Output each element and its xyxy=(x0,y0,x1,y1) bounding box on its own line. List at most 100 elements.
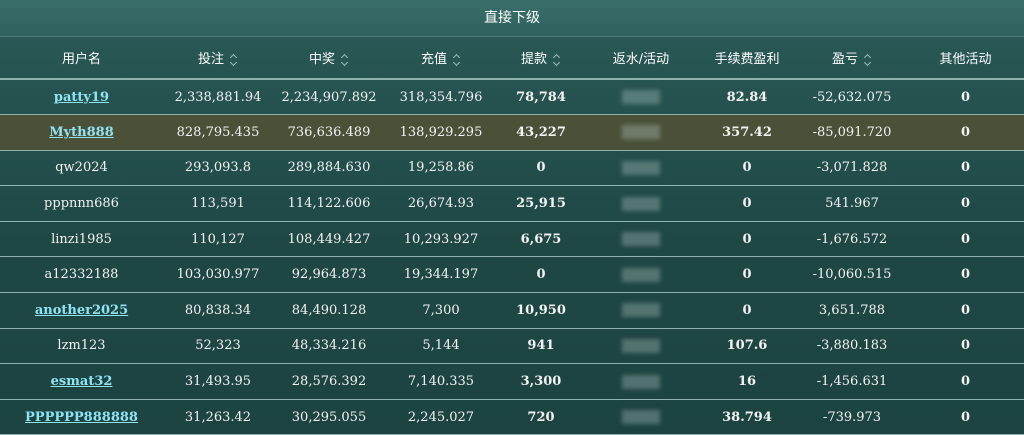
username-link[interactable]: another2025 xyxy=(35,303,128,318)
fee-profit-cell: 357.42 xyxy=(722,124,772,140)
username-cell: qw2024 xyxy=(0,150,163,186)
column-header-pnl[interactable]: 盈亏 xyxy=(797,37,907,80)
subordinates-table: 用户名 投注 中奖 充值 提款 返水/活动 手续费盈利 盈亏 其他活动 patty19 2,338… xyxy=(0,37,1024,435)
table-row: qw2024 293,093.8 289,884.630 19,258.86 0 0 -3,… xyxy=(0,150,1024,186)
column-header-deposit[interactable]: 充值 xyxy=(385,37,497,80)
bet-cell: 2,338,881.94 xyxy=(174,89,262,105)
deposit-cell: 26,674.93 xyxy=(407,196,475,212)
column-header-label: 提款 xyxy=(520,52,547,67)
withdraw-cell: 78,784 xyxy=(516,89,566,105)
bet-cell: 103,030.977 xyxy=(176,267,260,283)
other-activity-cell: 0 xyxy=(960,374,971,390)
other-activity-cell: 0 xyxy=(960,231,971,247)
deposit-cell: 19,258.86 xyxy=(407,160,475,176)
rebate-cell xyxy=(585,115,697,151)
deposit-cell: 19,344.197 xyxy=(403,267,479,283)
fee-profit-cell: 107.6 xyxy=(726,338,768,354)
redacted-value xyxy=(622,338,660,353)
username-cell[interactable]: Myth888 xyxy=(0,115,163,151)
username-link[interactable]: Myth888 xyxy=(49,125,114,140)
redacted-value xyxy=(622,125,660,140)
column-header-label: 返水/活动 xyxy=(612,52,670,67)
other-activity-cell: 0 xyxy=(960,196,971,212)
rebate-cell xyxy=(585,293,697,329)
redacted-value xyxy=(622,267,660,282)
username-text: linzi1985 xyxy=(51,231,112,247)
withdraw-cell: 0 xyxy=(536,267,546,283)
table-row: lzm123 52,323 48,334.216 5,144 941 107.6 -3,88… xyxy=(0,328,1024,364)
pnl-cell: -3,071.828 xyxy=(816,160,888,176)
redacted-value xyxy=(622,374,660,389)
fee-profit-cell: 0 xyxy=(742,267,752,283)
column-header-bet[interactable]: 投注 xyxy=(163,37,273,80)
table-row: another2025 80,838.34 84,490.128 7,300 10,95… xyxy=(0,293,1024,329)
sort-icon[interactable] xyxy=(341,54,349,66)
username-cell[interactable]: another2025 xyxy=(0,293,163,329)
withdraw-cell: 720 xyxy=(527,409,555,425)
pnl-cell: -1,456.631 xyxy=(816,374,888,390)
win-cell: 92,964.873 xyxy=(291,267,367,283)
column-header-rebate: 返水/活动 xyxy=(585,37,697,80)
win-cell: 30,295.055 xyxy=(291,409,367,425)
win-cell: 2,234,907.892 xyxy=(281,89,377,105)
rebate-cell xyxy=(585,328,697,364)
bet-cell: 31,263.42 xyxy=(184,409,252,425)
other-activity-cell: 0 xyxy=(960,267,971,283)
column-header-label: 盈亏 xyxy=(831,52,858,67)
sort-icon[interactable] xyxy=(864,54,872,66)
panel-title: 直接下级 xyxy=(0,0,1024,37)
withdraw-cell: 3,300 xyxy=(520,374,562,390)
deposit-cell: 318,354.796 xyxy=(399,89,483,105)
other-activity-cell: 0 xyxy=(960,89,971,105)
column-header-withdraw[interactable]: 提款 xyxy=(497,37,585,80)
deposit-cell: 7,140.335 xyxy=(407,374,475,390)
rebate-cell xyxy=(585,221,697,257)
subordinates-panel: 直接下级 用户名 投注 中奖 充值 提款 返水/活动 手续费盈利 盈亏 其他活动 patty19… xyxy=(0,0,1024,435)
sort-icon[interactable] xyxy=(453,54,461,66)
column-header-label: 充值 xyxy=(420,52,447,67)
username-cell[interactable]: PPPPPP888888 xyxy=(0,399,163,435)
win-cell: 114,122.606 xyxy=(287,196,371,212)
column-header-username: 用户名 xyxy=(0,37,163,80)
pnl-cell: -1,676.572 xyxy=(816,231,888,247)
deposit-cell: 5,144 xyxy=(422,338,460,354)
username-cell[interactable]: esmat32 xyxy=(0,364,163,400)
fee-profit-cell: 38.794 xyxy=(722,409,772,425)
sort-icon[interactable] xyxy=(553,54,561,66)
deposit-cell: 7,300 xyxy=(422,302,460,318)
pnl-cell: 3,651.788 xyxy=(818,302,886,318)
fee-profit-cell: 0 xyxy=(742,160,752,176)
username-link[interactable]: PPPPPP888888 xyxy=(25,410,138,425)
withdraw-cell: 10,950 xyxy=(516,302,566,318)
username-text: qw2024 xyxy=(55,160,108,176)
rebate-cell xyxy=(585,79,697,115)
redacted-value xyxy=(622,196,660,211)
username-link[interactable]: patty19 xyxy=(54,90,109,105)
table-row: pppnnn686 113,591 114,122.606 26,674.93 25,9… xyxy=(0,186,1024,222)
username-cell: a12332188 xyxy=(0,257,163,293)
withdraw-cell: 25,915 xyxy=(516,196,566,212)
pnl-cell: -52,632.075 xyxy=(812,89,892,105)
bet-cell: 113,591 xyxy=(191,196,245,212)
pnl-cell: -739.973 xyxy=(822,409,882,425)
pnl-cell: -10,060.515 xyxy=(812,267,892,283)
rebate-cell xyxy=(585,150,697,186)
column-header-label: 投注 xyxy=(197,52,224,67)
column-header-fee-profit: 手续费盈利 xyxy=(697,37,797,80)
fee-profit-cell: 0 xyxy=(742,231,752,247)
table-row: esmat32 31,493.95 28,576.392 7,140.335 3,300… xyxy=(0,364,1024,400)
rebate-cell xyxy=(585,364,697,400)
pnl-cell: 541.967 xyxy=(825,196,879,212)
bet-cell: 52,323 xyxy=(195,338,241,354)
username-cell[interactable]: patty19 xyxy=(0,79,163,115)
column-header-win[interactable]: 中奖 xyxy=(273,37,385,80)
other-activity-cell: 0 xyxy=(960,409,971,425)
username-text: a12332188 xyxy=(44,267,119,283)
bet-cell: 80,838.34 xyxy=(184,302,252,318)
redacted-value xyxy=(622,303,660,318)
redacted-value xyxy=(622,90,660,105)
table-row: linzi1985 110,127 108,449.427 10,293.927 6,6… xyxy=(0,221,1024,257)
username-link[interactable]: esmat32 xyxy=(51,374,113,389)
sort-icon[interactable] xyxy=(230,54,238,66)
table-row: PPPPPP888888 31,263.42 30,295.055 2,245.027… xyxy=(0,399,1024,435)
